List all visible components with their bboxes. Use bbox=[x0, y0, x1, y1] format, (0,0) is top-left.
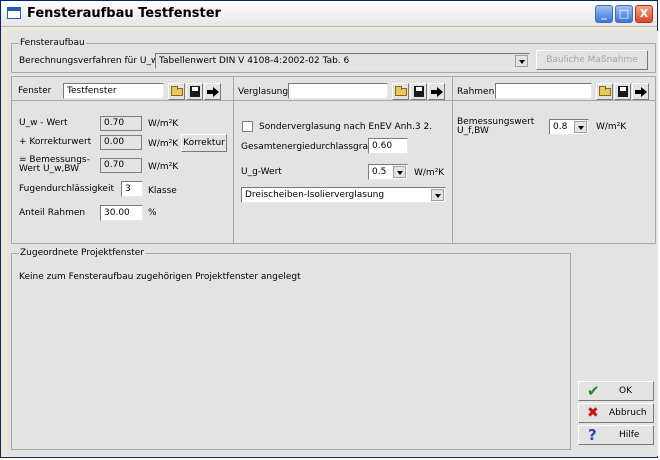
rahmen-label: Rahmen bbox=[457, 87, 495, 97]
method-select[interactable]: Tabellenwert DIN V 4108-4:2002-02 Tab. 6 bbox=[155, 53, 530, 69]
anteil-rahmen-label: Anteil Rahmen bbox=[19, 208, 86, 218]
abbruch-label: Abbruch bbox=[609, 408, 647, 418]
open-fenster-button[interactable] bbox=[168, 83, 185, 100]
title-bar[interactable]: Fensteraufbau Testfenster _ □ X bbox=[1, 1, 657, 27]
chevron-down-icon[interactable] bbox=[431, 189, 444, 201]
uw-unit: W/m²K bbox=[148, 119, 179, 129]
window-title: Fensteraufbau Testfenster bbox=[27, 6, 221, 21]
hilfe-button[interactable]: ? Hilfe bbox=[578, 425, 654, 445]
folder-open-icon bbox=[599, 86, 611, 96]
minimize-button[interactable]: _ bbox=[595, 5, 613, 23]
save-verglasung-button[interactable] bbox=[410, 83, 427, 100]
header-divider bbox=[11, 100, 656, 101]
column-divider bbox=[452, 76, 453, 244]
maximize-button[interactable]: □ bbox=[615, 5, 633, 23]
g-wert-input[interactable]: 0.60 bbox=[368, 138, 408, 154]
help-icon: ? bbox=[588, 426, 597, 444]
rahmen-bem-select-value: 0.8 bbox=[553, 122, 568, 132]
ug-wert-unit: W/m²K bbox=[414, 168, 445, 178]
open-verglasung-button[interactable] bbox=[392, 83, 409, 100]
arrow-right-icon bbox=[431, 87, 443, 97]
bauliche-massnahme-button[interactable]: Bauliche Maßnahme bbox=[536, 50, 648, 70]
next-fenster-button[interactable] bbox=[204, 83, 221, 100]
anteil-rahmen-unit: % bbox=[148, 208, 157, 218]
anteil-rahmen-input[interactable]: 30.00 bbox=[100, 205, 143, 221]
save-icon bbox=[190, 86, 200, 97]
projektfenster-group bbox=[11, 253, 571, 450]
column-divider bbox=[233, 76, 234, 244]
dialog-window: Fensteraufbau Testfenster _ □ X Fenstera… bbox=[0, 0, 658, 458]
save-rahmen-button[interactable] bbox=[614, 83, 631, 100]
verglasung-type-select[interactable]: Dreischeiben-Isolierverglasung bbox=[241, 187, 446, 203]
next-rahmen-button[interactable] bbox=[632, 83, 649, 100]
g-wert-label: Gesamtenergiedurchlassgrad g bbox=[241, 142, 383, 152]
verglasung-type-value: Dreischeiben-Isolierverglasung bbox=[245, 190, 385, 200]
abbruch-button[interactable]: ✖ Abbruch bbox=[578, 403, 654, 423]
next-verglasung-button[interactable] bbox=[428, 83, 445, 100]
projektfenster-message: Keine zum Fensteraufbau zugehörigen Proj… bbox=[19, 272, 301, 282]
ug-wert-select-value: 0.5 bbox=[372, 167, 387, 177]
folder-open-icon bbox=[171, 86, 183, 96]
ug-wert-select[interactable]: 0.5 bbox=[368, 164, 408, 180]
cancel-icon: ✖ bbox=[587, 405, 599, 421]
folder-open-icon bbox=[395, 86, 407, 96]
bemessungswert-label-line2: Wert U_w,BW bbox=[19, 164, 80, 174]
verglasung-name-input[interactable] bbox=[288, 83, 388, 99]
save-icon bbox=[618, 86, 628, 97]
korrektur-value: 0.00 bbox=[100, 135, 142, 150]
dialog-client: Fensteraufbau Berechnungsverfahren für U… bbox=[8, 31, 658, 456]
rahmen-name-input[interactable] bbox=[495, 83, 592, 99]
fenster-name-input[interactable]: Testfenster bbox=[63, 83, 164, 99]
chevron-down-icon[interactable] bbox=[574, 121, 587, 133]
method-select-value: Tabellenwert DIN V 4108-4:2002-02 Tab. 6 bbox=[159, 56, 350, 66]
bemessungswert-unit: W/m²K bbox=[148, 162, 179, 172]
ok-label: OK bbox=[619, 386, 632, 396]
chevron-down-icon[interactable] bbox=[515, 55, 528, 67]
open-rahmen-button[interactable] bbox=[596, 83, 613, 100]
rahmen-bem-label-line2: U_f,BW bbox=[457, 126, 489, 136]
sonderverglasung-checkbox[interactable] bbox=[242, 121, 253, 132]
fugen-input[interactable]: 3 bbox=[121, 181, 143, 197]
arrow-right-icon bbox=[207, 87, 219, 97]
window-icon bbox=[7, 7, 21, 19]
save-icon bbox=[414, 86, 424, 97]
rahmen-bem-unit: W/m²K bbox=[596, 122, 627, 132]
hilfe-label: Hilfe bbox=[619, 430, 640, 440]
chevron-down-icon[interactable] bbox=[393, 166, 406, 178]
arrow-right-icon bbox=[635, 87, 647, 97]
uw-value: 0.70 bbox=[100, 116, 142, 131]
close-button[interactable]: X bbox=[635, 5, 653, 23]
ug-wert-label: U_g-Wert bbox=[241, 167, 282, 177]
sonderverglasung-label: Sonderverglasung nach EnEV Anh.3 2. bbox=[259, 122, 433, 132]
rahmen-bem-select[interactable]: 0.8 bbox=[549, 119, 589, 135]
korrektur-unit: W/m²K bbox=[148, 139, 179, 149]
fensteraufbau-group-label: Fensteraufbau bbox=[19, 38, 86, 48]
korrektur-button[interactable]: Korrektur bbox=[181, 134, 227, 152]
fugen-unit: Klasse bbox=[148, 186, 177, 196]
projektfenster-group-label: Zugeordnete Projektfenster bbox=[19, 248, 145, 258]
ok-button[interactable]: ✔ OK bbox=[578, 381, 654, 401]
save-fenster-button[interactable] bbox=[186, 83, 203, 100]
fenster-label: Fenster bbox=[18, 86, 52, 96]
verglasung-label: Verglasung bbox=[238, 87, 289, 97]
method-label: Berechnungsverfahren für U_w bbox=[19, 56, 159, 66]
checkmark-icon: ✔ bbox=[587, 382, 600, 400]
uw-label: U_w - Wert bbox=[19, 118, 68, 128]
fugen-label: Fugendurchlässigkeit bbox=[19, 184, 114, 194]
korrektur-label: + Korrekturwert bbox=[19, 137, 92, 147]
bemessungswert-value: 0.70 bbox=[100, 158, 142, 173]
